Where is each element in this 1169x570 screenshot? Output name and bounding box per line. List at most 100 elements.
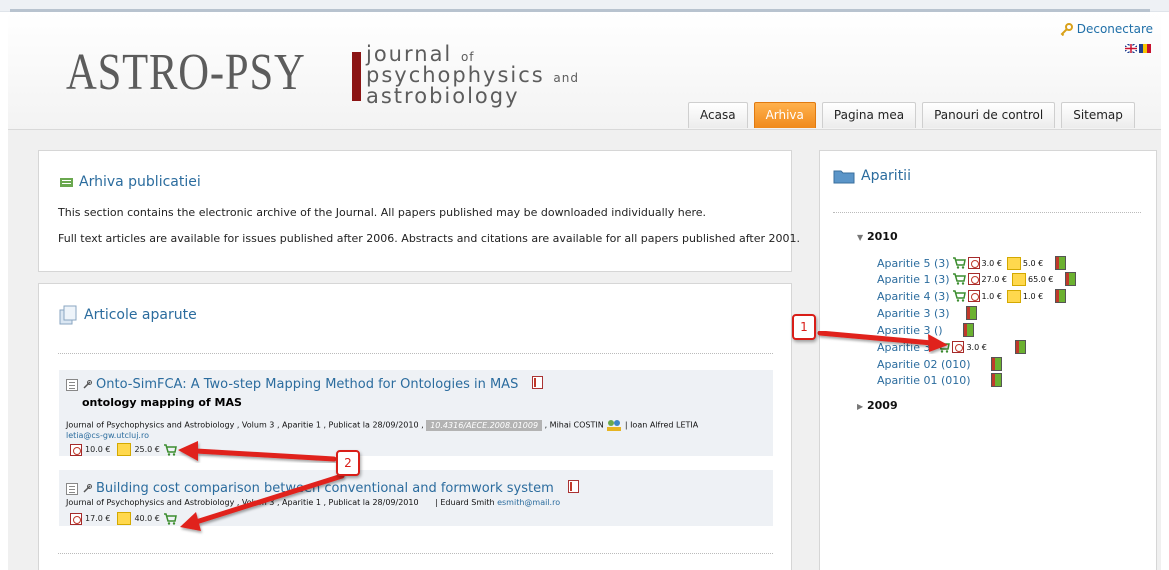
cart-icon[interactable] [936,341,951,353]
issue-link[interactable]: Aparitie 3 (3) [877,307,950,320]
abstract-price: 65.0 € [1028,274,1054,284]
pdf-icon[interactable] [70,443,82,456]
cart-icon[interactable] [952,273,966,285]
issue-link[interactable]: Aparitie 01 (010) [877,374,971,387]
archive-heading: Arhiva publicatiei [60,174,201,190]
year-2009[interactable]: ▶ 2009 [857,399,898,412]
sidebar-issue: Aparitie 3 () [877,323,974,337]
language-flags [1125,44,1151,53]
users-icon[interactable] [606,418,622,432]
sidebar-issue: Aparitie 01 (010) [877,373,1002,387]
author-email[interactable]: esmith@mail.ro [497,498,560,507]
price-row: 10.0 € 25.0 € [70,443,177,456]
issue-link[interactable]: Aparitie 4 (3) [877,290,950,303]
article-meta: Journal of Psychophysics and Astrobiolog… [66,418,698,432]
pdf-price: 27.0 € [981,274,1007,284]
pdf-icon[interactable] [532,376,544,393]
pdf-icon[interactable] [967,273,980,285]
author-email[interactable]: letia@cs-gw.utcluj.ro [66,431,149,440]
key-icon [1060,22,1073,36]
pdf-price: 3.0 € [966,342,987,352]
abstract-price: 1.0 € [1022,291,1044,301]
logo-subtitle: journal of psychophysics and astrobiolog… [366,44,579,108]
tab-pagina-mea[interactable]: Pagina mea [821,102,917,128]
archive-description-1: This section contains the electronic arc… [58,206,707,219]
tab-sitemap[interactable]: Sitemap [1061,102,1135,128]
abstract-price: 40.0 € [134,514,160,523]
logout-link[interactable]: Deconectare [1060,22,1153,36]
divider [58,553,773,554]
romania-flag-icon[interactable] [1139,44,1151,53]
collapse-triangle-icon: ▶ [857,402,864,411]
author-name: , Mihai COSTIN [544,420,604,430]
expand-triangle-icon: ▼ [857,233,864,242]
book-icon[interactable] [965,306,977,320]
abstract-icon[interactable] [117,443,132,456]
issue-link[interactable]: Aparitie 3 () [877,324,943,337]
logo-bar [352,52,361,101]
cart-icon[interactable] [163,443,177,456]
pdf-icon[interactable] [70,512,82,525]
abstract-price: 5.0 € [1022,258,1044,268]
cart-icon[interactable] [952,290,966,302]
list-icon [66,378,78,391]
logout-label: Deconectare [1076,22,1153,36]
author-name-2: | Ioan Alfred LETIA [624,420,699,430]
pdf-icon[interactable] [967,257,980,269]
book-icon[interactable] [1055,289,1067,303]
tab-arhiva[interactable]: Arhiva [753,102,816,128]
uk-flag-icon[interactable] [1125,44,1137,53]
abstract-icon[interactable] [1012,272,1026,286]
article-title-link[interactable]: Building cost comparison between convent… [96,481,554,496]
issue-link[interactable]: Aparitie 3 [877,341,930,354]
logo-title[interactable]: ASTRO-PSY [66,47,306,99]
sidebar-issue: Aparitie 5 (3) 3.0 € 5.0 € [877,256,1067,270]
author-name: | Eduard Smith [435,498,495,507]
article-meta-text: Journal of Psychophysics and Astrobiolog… [66,420,424,430]
article-title-row: Onto-SimFCA: A Two-step Mapping Method f… [66,376,544,393]
archive-title: Arhiva publicatiei [79,174,201,190]
archive-description-2: Full text articles are available for iss… [58,232,800,245]
pdf-icon[interactable] [967,290,980,302]
abstract-icon[interactable] [117,512,132,525]
article-title-link[interactable]: Onto-SimFCA: A Two-step Mapping Method f… [96,377,518,392]
pdf-price: 10.0 € [85,445,111,454]
logo-line1-small: of [460,50,475,64]
articles-icon [59,305,77,325]
logo-line3: astrobiology [366,84,520,108]
price-row: 17.0 € 40.0 € [70,512,177,525]
book-icon[interactable] [962,323,974,337]
pdf-icon[interactable] [567,480,579,497]
tab-acasa[interactable]: Acasa [688,102,748,128]
year-2010-label: 2010 [867,230,898,243]
issue-link[interactable]: Aparitie 5 (3) [877,257,950,270]
cart-icon[interactable] [952,257,966,269]
folder-icon [833,170,855,184]
pdf-price: 17.0 € [85,514,111,523]
book-icon[interactable] [1055,256,1067,270]
book-icon[interactable] [990,373,1002,387]
book-icon[interactable] [1065,272,1077,286]
abstract-icon[interactable] [1006,256,1021,270]
articles-heading: Articole aparute [58,305,197,325]
sidebar-issue: Aparitie 3 (3) [877,306,977,320]
cart-icon[interactable] [163,512,177,525]
year-2010[interactable]: ▼ 2010 [857,230,898,243]
abstract-icon[interactable] [1006,289,1021,303]
book-icon[interactable] [1014,340,1026,354]
pdf-icon[interactable] [952,341,965,353]
logo-line2-small: and [553,71,579,85]
issue-link[interactable]: Aparitie 1 (3) [877,273,950,286]
year-2009-label: 2009 [867,399,898,412]
sidebar-issue: Aparitie 1 (3) 27.0 € 65.0 € [877,272,1077,286]
article-title-row: Building cost comparison between convent… [66,480,579,497]
sidebar-heading: Aparitii [833,168,911,184]
book-icon[interactable] [990,357,1002,371]
doi-badge[interactable]: 10.4316/AECE.2008.01009 [426,419,543,431]
articles-title: Articole aparute [84,307,197,323]
issue-link[interactable]: Aparitie 02 (010) [877,358,971,371]
main-nav: Acasa Arhiva Pagina mea Panouri de contr… [688,102,1135,128]
tab-panouri-de-control[interactable]: Panouri de control [922,102,1056,128]
sidebar-issue: Aparitie 02 (010) [877,357,1002,371]
sidebar-issue: Aparitie 3 3.0 € [877,340,1026,354]
